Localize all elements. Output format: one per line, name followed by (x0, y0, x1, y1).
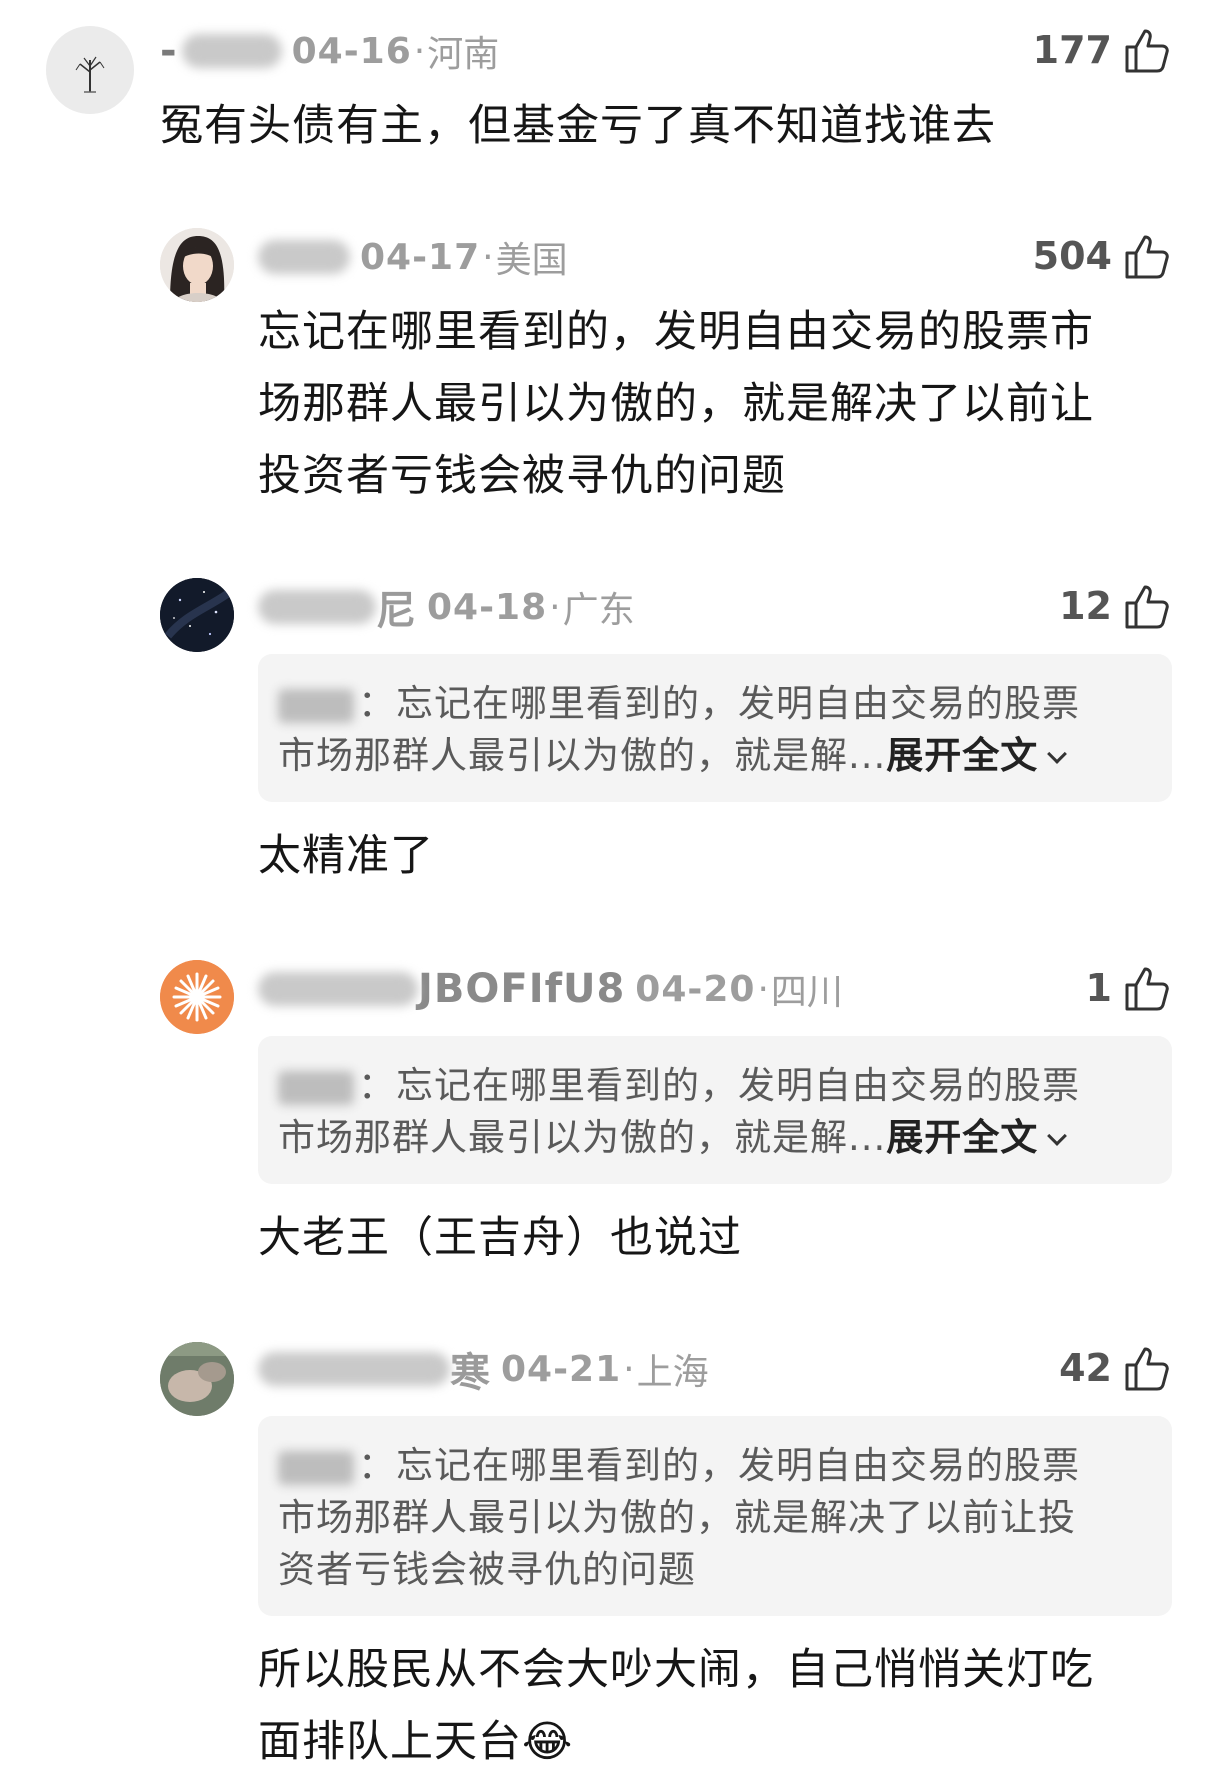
comment-date: 04-16 (291, 30, 412, 72)
comment-text-line: 投资者亏钱会被寻仇的问题 (258, 451, 786, 501)
quoted-line: ：忘记在哪里看到的，发明自由交易的股票 (358, 1064, 1080, 1107)
quoted-line: 市场那群人最引以为傲的，就是解... (278, 1116, 887, 1159)
separator: · (482, 236, 494, 278)
comment-meta: JBOFIfU8 04-20 · 四川 (258, 964, 843, 1014)
avatar[interactable] (160, 228, 234, 302)
comment-location: 河南 (427, 34, 500, 75)
comment-text: 忘记在哪里看到的，发明自由交易的股票市 场那群人最引以为傲的，就是解决了以前让 … (258, 296, 1094, 512)
quoted-reply-text: ：忘记在哪里看到的，发明自由交易的股票 市场那群人最引以为傲的，就是解决了以前让… (278, 1440, 1080, 1596)
blurred-username (258, 590, 376, 624)
quoted-reply-text: ：忘记在哪里看到的，发明自由交易的股票 市场那群人最引以为傲的，就是解...展开… (278, 678, 1080, 782)
like-count: 504 (1032, 234, 1112, 278)
comment-location: 四川 (770, 972, 843, 1013)
like-button[interactable]: 12 (1059, 578, 1172, 634)
like-button[interactable]: 1 (1086, 960, 1172, 1016)
portrait-avatar-image (160, 228, 234, 302)
quoted-line: ：忘记在哪里看到的，发明自由交易的股票 (358, 1444, 1080, 1487)
quoted-line: 市场那群人最引以为傲的，就是解决了以前让投 (278, 1496, 1076, 1539)
comment-meta: - 04-16 · 河南 (160, 26, 499, 76)
comment-text: 所以股民从不会大吵大闹，自己悄悄关灯吃 面排队上天台😂 (258, 1634, 1094, 1778)
avatar[interactable] (160, 1342, 234, 1416)
blurred-quoted-username (278, 1070, 354, 1105)
separator: · (623, 1348, 635, 1390)
comment-meta: 04-17 · 美国 (258, 232, 568, 282)
comment-date: 04-17 (360, 236, 481, 278)
comment-location: 上海 (636, 1352, 709, 1393)
expand-full-text-link[interactable]: 展开全文 (886, 1116, 1038, 1159)
blurred-quoted-username (278, 688, 354, 723)
comment-text-line: 忘记在哪里看到的，发明自由交易的股票市 (258, 307, 1094, 357)
like-button[interactable]: 504 (1033, 228, 1172, 284)
quoted-line: ：忘记在哪里看到的，发明自由交易的股票 (358, 682, 1080, 725)
quoted-reply[interactable]: ：忘记在哪里看到的，发明自由交易的股票 市场那群人最引以为傲的，就是解...展开… (258, 1036, 1172, 1184)
chevron-down-icon[interactable] (1047, 743, 1068, 764)
thumbs-up-icon (1125, 235, 1169, 279)
comment-meta: 尼 04-18 · 广东 (258, 582, 635, 634)
thumbs-up-icon (1125, 1347, 1169, 1391)
comment-text: 冤有头债有主，但基金亏了真不知道找谁去 (160, 101, 996, 151)
like-count: 42 (1059, 1346, 1112, 1390)
like-count: 177 (1032, 28, 1112, 72)
comment-date: 04-20 (635, 968, 756, 1010)
separator: · (757, 968, 769, 1010)
like-count: 1 (1085, 966, 1112, 1010)
comment-text-line: 面排队上天台😂 (258, 1717, 574, 1767)
comment-date: 04-21 (501, 1348, 622, 1390)
blurred-quoted-username (278, 1450, 354, 1485)
like-button[interactable]: 177 (1033, 22, 1172, 78)
avatar[interactable] (160, 578, 234, 652)
comment-text-line: 所以股民从不会大吵大闹，自己悄悄关灯吃 (258, 1645, 1094, 1695)
thumbs-up-icon (1125, 585, 1169, 629)
expand-full-text-link[interactable]: 展开全文 (886, 734, 1038, 777)
comment-text-line: 场那群人最引以为傲的，就是解决了以前让 (258, 379, 1094, 429)
quoted-line: 资者亏钱会被寻仇的问题 (278, 1548, 696, 1591)
separator: · (549, 586, 561, 628)
comment-location: 广东 (562, 590, 635, 631)
comment-date: 04-18 (427, 586, 548, 628)
comment-text: 大老王（王吉舟）也说过 (258, 1213, 742, 1263)
thumbs-up-icon (1125, 29, 1169, 73)
quoted-reply[interactable]: ：忘记在哪里看到的，发明自由交易的股票 市场那群人最引以为傲的，就是解...展开… (258, 654, 1172, 802)
blurred-username (258, 1352, 450, 1386)
username[interactable]: - (160, 28, 178, 74)
username[interactable]: 尼 (376, 578, 417, 636)
blurred-username (258, 972, 418, 1006)
separator: · (413, 30, 426, 72)
tree-avatar-image (46, 26, 134, 114)
quoted-reply-text: ：忘记在哪里看到的，发明自由交易的股票 市场那群人最引以为傲的，就是解...展开… (278, 1060, 1080, 1164)
blurred-username (258, 240, 350, 274)
username[interactable]: JBOFIfU8 (418, 966, 625, 1012)
thumbs-up-icon (1125, 967, 1169, 1011)
avatar[interactable] (160, 960, 234, 1034)
comment-meta: 寒 04-21 · 上海 (258, 1344, 709, 1396)
comment-location: 美国 (495, 240, 568, 281)
starry-sky-avatar-image (160, 578, 234, 652)
blurred-username (181, 34, 282, 68)
like-count: 12 (1059, 584, 1112, 628)
like-button[interactable]: 42 (1059, 1340, 1172, 1396)
orange-burst-avatar-image (160, 960, 234, 1034)
quoted-line: 市场那群人最引以为傲的，就是解... (278, 734, 887, 777)
avatar[interactable] (46, 26, 134, 114)
photo-avatar-image (160, 1342, 234, 1416)
chevron-down-icon[interactable] (1047, 1125, 1068, 1146)
username[interactable]: 寒 (450, 1340, 491, 1398)
quoted-reply[interactable]: ：忘记在哪里看到的，发明自由交易的股票 市场那群人最引以为傲的，就是解决了以前让… (258, 1416, 1172, 1616)
comment-text: 太精准了 (258, 831, 434, 881)
